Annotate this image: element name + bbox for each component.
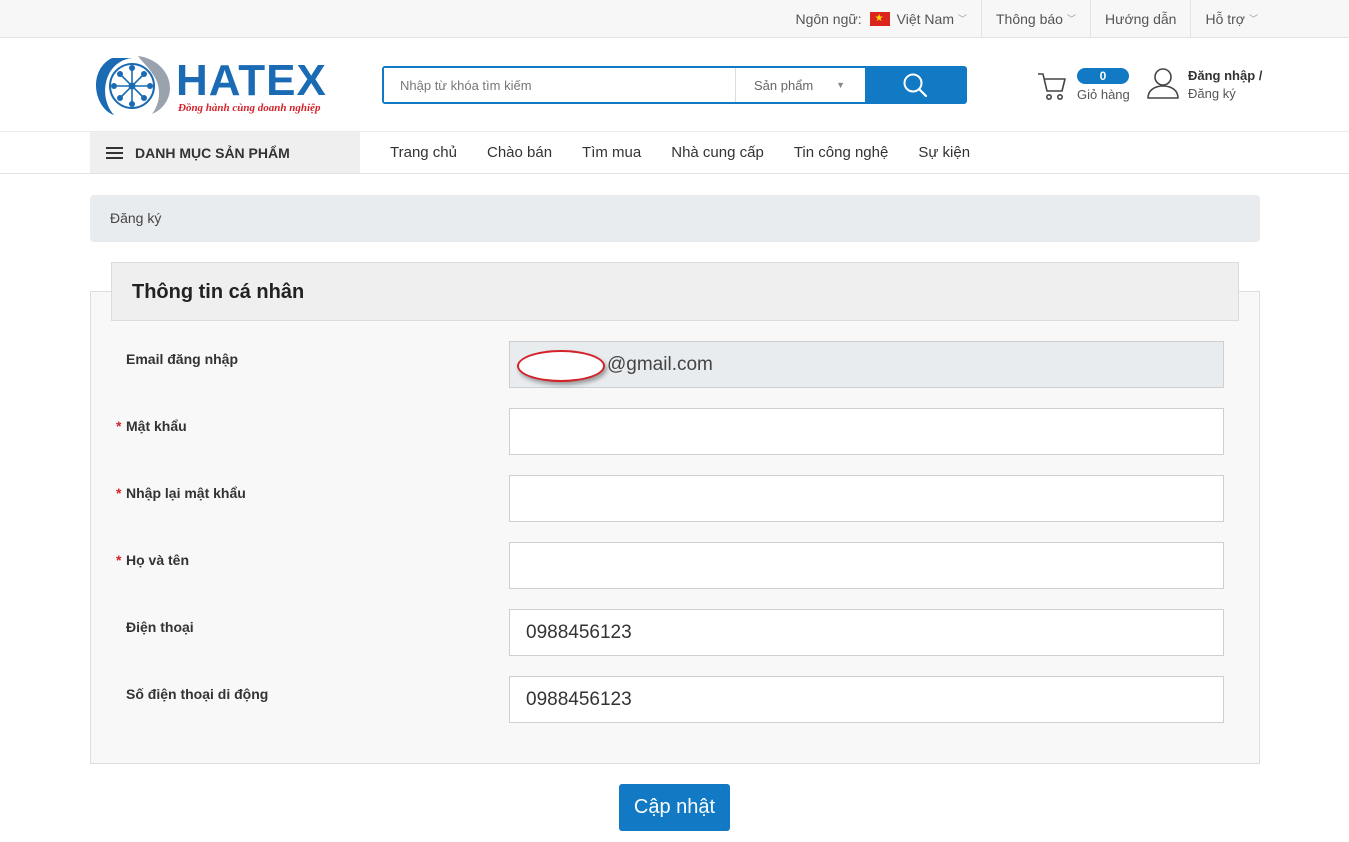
- search-icon: [903, 73, 928, 98]
- user-icon: [1147, 68, 1179, 99]
- email-label: Email đăng nhập: [126, 351, 238, 367]
- required-mark: *: [116, 485, 122, 501]
- confirm-password-label: * Nhập lại mật khẩu: [116, 485, 246, 501]
- update-button[interactable]: Cập nhật: [619, 784, 730, 831]
- logo-wordmark: HATEX: [176, 56, 327, 105]
- chevron-down-icon: ﹀: [957, 14, 967, 24]
- fullname-label-text: Họ và tên: [126, 552, 190, 568]
- mobile-field[interactable]: [509, 676, 1224, 723]
- hamburger-icon: [106, 146, 123, 159]
- vietnam-flag-icon: [869, 11, 890, 26]
- main-navigation: DANH MỤC SẢN PHẨM Trang chủ Chào bán Tìm…: [0, 132, 1349, 174]
- nav-item-tech-news[interactable]: Tin công nghệ: [779, 144, 904, 161]
- cart-label: Giỏ hàng: [1077, 87, 1130, 102]
- nav-item-home[interactable]: Trang chủ: [375, 144, 472, 161]
- support-menu[interactable]: Hỗ trợ ﹀: [1190, 0, 1272, 37]
- nav-item-events[interactable]: Sự kiện: [903, 144, 985, 161]
- nav-menu: Trang chủ Chào bán Tìm mua Nhà cung cấp …: [375, 132, 985, 173]
- phone-field[interactable]: [509, 609, 1224, 656]
- cart-count-badge: 0: [1077, 68, 1129, 84]
- notifications-label: Thông báo: [996, 10, 1063, 27]
- breadcrumb: Đăng ký: [90, 195, 1260, 242]
- confirm-password-label-text: Nhập lại mật khẩu: [126, 485, 246, 501]
- search-category-value: Sản phẩm: [754, 77, 814, 93]
- register-link[interactable]: Đăng ký: [1188, 86, 1236, 101]
- mobile-label-text: Số điện thoại di động: [126, 686, 269, 702]
- search-button[interactable]: [865, 68, 965, 102]
- required-mark: *: [116, 418, 122, 434]
- fullname-field[interactable]: [509, 542, 1224, 589]
- chevron-down-icon: ﹀: [1248, 14, 1258, 24]
- login-link[interactable]: Đăng nhập /: [1188, 68, 1262, 83]
- search-bar: Sản phẩm ▼: [382, 66, 967, 104]
- language-selector[interactable]: Ngôn ngữ: Việt Nam ﹀: [781, 0, 981, 37]
- support-label: Hỗ trợ: [1205, 10, 1245, 27]
- notifications-menu[interactable]: Thông báo ﹀: [981, 0, 1090, 37]
- phone-label: Điện thoại: [126, 619, 194, 635]
- shopping-cart-icon: [1038, 73, 1066, 100]
- password-label: * Mật khẩu: [116, 418, 187, 434]
- mobile-label: Số điện thoại di động: [126, 686, 268, 702]
- phone-label-text: Điện thoại: [126, 619, 194, 635]
- chevron-down-icon: ▼: [836, 80, 845, 90]
- password-label-text: Mật khẩu: [126, 418, 187, 434]
- site-header: HATEX Đồng hành cùng doanh nghiệp Sản ph…: [0, 38, 1349, 132]
- language-label: Ngôn ngữ:: [795, 10, 862, 27]
- redaction-mark: [517, 350, 605, 382]
- search-category-select[interactable]: Sản phẩm ▼: [735, 68, 865, 102]
- email-field-value: @gmail.com: [607, 354, 713, 375]
- required-mark: *: [116, 552, 122, 568]
- guide-link[interactable]: Hướng dẫn: [1089, 0, 1190, 37]
- chevron-down-icon: ﹀: [1066, 14, 1076, 24]
- confirm-password-field[interactable]: [509, 475, 1224, 522]
- section-title: Thông tin cá nhân: [111, 262, 1239, 321]
- email-label-text: Email đăng nhập: [126, 351, 239, 367]
- fullname-label: * Họ và tên: [116, 552, 190, 568]
- site-logo[interactable]: HATEX Đồng hành cùng doanh nghiệp: [90, 52, 330, 118]
- top-utility-bar: Ngôn ngữ: Việt Nam ﹀ Thông báo ﹀ Hướng d…: [0, 0, 1349, 38]
- nav-item-buy-requests[interactable]: Tìm mua: [567, 144, 656, 161]
- guide-label: Hướng dẫn: [1104, 10, 1177, 27]
- top-utility-items: Ngôn ngữ: Việt Nam ﹀ Thông báo ﹀ Hướng d…: [781, 0, 1272, 37]
- search-input[interactable]: [384, 68, 735, 102]
- category-menu-label: DANH MỤC SẢN PHẨM: [135, 144, 290, 161]
- category-menu-button[interactable]: DANH MỤC SẢN PHẨM: [90, 132, 360, 173]
- password-field[interactable]: [509, 408, 1224, 455]
- logo-emblem-icon: [96, 56, 170, 115]
- nav-item-suppliers[interactable]: Nhà cung cấp: [656, 144, 779, 161]
- nav-item-offers[interactable]: Chào bán: [472, 144, 567, 161]
- language-value: Việt Nam: [896, 10, 954, 27]
- logo-tagline: Đồng hành cùng doanh nghiệp: [178, 102, 321, 114]
